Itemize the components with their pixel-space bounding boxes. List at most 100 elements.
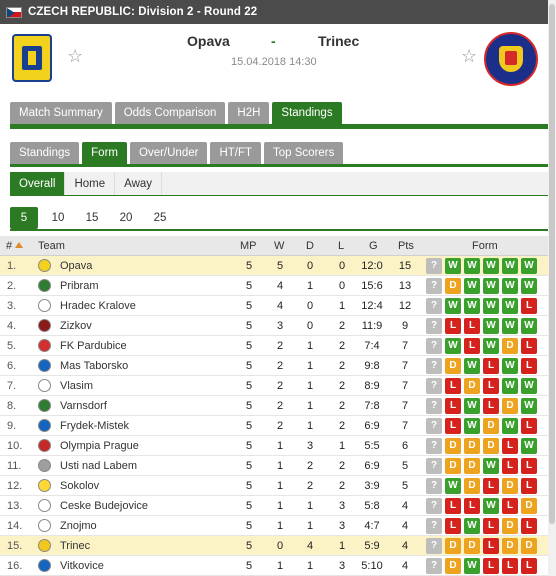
col-l[interactable]: L (338, 240, 344, 252)
form-badge[interactable]: D (483, 418, 499, 434)
form-badge[interactable]: L (483, 558, 499, 574)
row-team-name[interactable]: Sokolov (60, 480, 99, 492)
form-badge[interactable]: L (464, 338, 480, 354)
row-team-name[interactable]: Frydek-Mistek (60, 420, 129, 432)
form-badge[interactable]: L (483, 538, 499, 554)
form-badge[interactable]: W (502, 418, 518, 434)
favorite-home-star-icon[interactable]: ☆ (67, 46, 83, 67)
form-badge[interactable]: D (445, 438, 461, 454)
form-badge[interactable]: W (521, 398, 537, 414)
scope-tab-away[interactable]: Away (115, 172, 163, 196)
table-row[interactable]: 9. Frydek-Mistek 5 2 1 2 6:9 7? L W D W L (0, 416, 548, 436)
form-badge[interactable]: D (445, 358, 461, 374)
row-team-name[interactable]: Mas Taborsko (60, 360, 128, 372)
form-badge[interactable]: D (464, 538, 480, 554)
form-badge[interactable]: L (483, 518, 499, 534)
form-badge[interactable]: D (521, 498, 537, 514)
form-badge[interactable]: L (483, 378, 499, 394)
form-badge[interactable]: D (521, 538, 537, 554)
form-badge[interactable]: W (483, 278, 499, 294)
scrollbar-thumb[interactable] (549, 4, 555, 524)
col-pts[interactable]: Pts (398, 240, 414, 252)
away-team-name[interactable]: Trinec (318, 33, 359, 49)
form-badge[interactable]: D (502, 518, 518, 534)
form-badge[interactable]: W (445, 338, 461, 354)
form-badge[interactable]: W (502, 378, 518, 394)
form-badge[interactable]: W (521, 438, 537, 454)
next-match-badge[interactable]: ? (426, 378, 442, 394)
next-match-badge[interactable]: ? (426, 358, 442, 374)
form-badge[interactable]: L (445, 418, 461, 434)
row-team-name[interactable]: Opava (60, 260, 92, 272)
row-team-name[interactable]: Vlasim (60, 380, 93, 392)
next-match-badge[interactable]: ? (426, 518, 442, 534)
form-badge[interactable]: W (464, 558, 480, 574)
form-badge[interactable]: W (521, 258, 537, 274)
form-badge[interactable]: W (502, 258, 518, 274)
tab-standings[interactable]: Standings (272, 102, 342, 124)
form-badge[interactable]: W (502, 358, 518, 374)
form-badge[interactable]: D (464, 478, 480, 494)
form-badge[interactable]: D (502, 398, 518, 414)
form-badge[interactable]: D (445, 558, 461, 574)
form-badge[interactable]: L (445, 318, 461, 334)
form-badge[interactable]: L (502, 438, 518, 454)
col-g[interactable]: G (369, 240, 378, 252)
table-row[interactable]: 10. Olympia Prague 5 1 3 1 5:5 6? D D D L W (0, 436, 548, 456)
row-team-name[interactable]: Zizkov (60, 320, 92, 332)
row-team-name[interactable]: Hradec Kralove (60, 300, 136, 312)
subtab-over-under[interactable]: Over/Under (130, 142, 208, 164)
home-team-name[interactable]: Opava (187, 33, 230, 49)
next-match-badge[interactable]: ? (426, 318, 442, 334)
form-badge[interactable]: W (464, 398, 480, 414)
form-badge[interactable]: D (502, 338, 518, 354)
table-row[interactable]: 3. Hradec Kralove 5 4 0 1 12:4 12? W W W W L (0, 296, 548, 316)
table-row[interactable]: 15. Trinec 5 0 4 1 5:9 4? D D L D D (0, 536, 548, 556)
form-badge[interactable]: L (445, 398, 461, 414)
form-badge[interactable]: W (483, 318, 499, 334)
count-15-button[interactable]: 15 (78, 207, 106, 229)
form-badge[interactable]: D (464, 438, 480, 454)
next-match-badge[interactable]: ? (426, 558, 442, 574)
col-d[interactable]: D (306, 240, 314, 252)
next-match-badge[interactable]: ? (426, 258, 442, 274)
form-badge[interactable]: L (521, 298, 537, 314)
next-match-badge[interactable]: ? (426, 298, 442, 314)
form-badge[interactable]: W (483, 458, 499, 474)
col-team[interactable]: Team (38, 240, 65, 252)
favorite-away-star-icon[interactable]: ☆ (461, 46, 477, 67)
next-match-badge[interactable]: ? (426, 338, 442, 354)
tab-match-summary[interactable]: Match Summary (10, 102, 112, 124)
form-badge[interactable]: W (521, 318, 537, 334)
count-25-button[interactable]: 25 (146, 207, 174, 229)
form-badge[interactable]: L (445, 378, 461, 394)
form-badge[interactable]: D (483, 438, 499, 454)
row-team-name[interactable]: Varnsdorf (60, 400, 107, 412)
next-match-badge[interactable]: ? (426, 418, 442, 434)
form-badge[interactable]: D (445, 278, 461, 294)
table-row[interactable]: 6. Mas Taborsko 5 2 1 2 9:8 7? D W L W L (0, 356, 548, 376)
form-badge[interactable]: L (521, 358, 537, 374)
form-badge[interactable]: L (502, 458, 518, 474)
row-team-name[interactable]: Vitkovice (60, 560, 104, 572)
away-team-logo[interactable] (484, 32, 538, 86)
form-badge[interactable]: D (445, 458, 461, 474)
table-row[interactable]: 12. Sokolov 5 1 2 2 3:9 5? W D L D L (0, 476, 548, 496)
form-badge[interactable]: W (502, 278, 518, 294)
form-badge[interactable]: D (464, 458, 480, 474)
form-badge[interactable]: L (464, 318, 480, 334)
form-badge[interactable]: W (483, 498, 499, 514)
count-20-button[interactable]: 20 (112, 207, 140, 229)
table-row[interactable]: 14. Znojmo 5 1 1 3 4:7 4? L W L D L (0, 516, 548, 536)
form-badge[interactable]: L (502, 498, 518, 514)
next-match-badge[interactable]: ? (426, 458, 442, 474)
subtab-ht-ft[interactable]: HT/FT (210, 142, 262, 164)
row-team-name[interactable]: Pribram (60, 280, 99, 292)
form-badge[interactable]: W (502, 298, 518, 314)
subtab-top-scorers[interactable]: Top Scorers (264, 142, 344, 164)
form-badge[interactable]: D (502, 538, 518, 554)
form-badge[interactable]: D (464, 378, 480, 394)
table-row[interactable]: 16. Vitkovice 5 1 1 3 5:10 4? D W L L L (0, 556, 548, 576)
row-team-name[interactable]: FK Pardubice (60, 340, 127, 352)
next-match-badge[interactable]: ? (426, 478, 442, 494)
